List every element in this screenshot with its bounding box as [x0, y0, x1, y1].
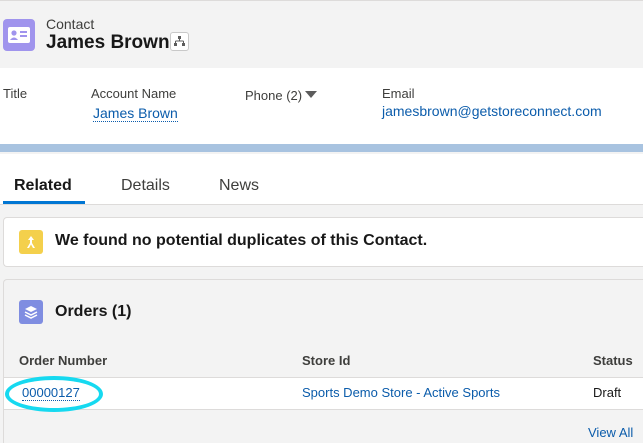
title-field-label: Title [3, 86, 28, 101]
orders-title[interactable]: Orders (1) [55, 303, 131, 321]
email-link[interactable]: jamesbrown@getstoreconnect.com [382, 103, 602, 119]
column-header-order-number: Order Number [19, 353, 108, 368]
layers-icon [19, 300, 43, 324]
tab-news[interactable]: News [219, 177, 259, 195]
tab-divider [0, 204, 643, 205]
tab-related[interactable]: Related [14, 177, 72, 195]
phone-field-label: Phone (2) [245, 88, 303, 103]
email-field-label: Email [382, 86, 415, 101]
account-name-link[interactable]: James Brown [93, 105, 178, 122]
order-number-link[interactable]: 00000127 [22, 385, 80, 401]
column-header-status: Status [593, 353, 633, 368]
record-header: Contact James Brown [0, 0, 643, 68]
hierarchy-button[interactable] [170, 32, 189, 51]
divider-band [0, 144, 643, 152]
record-name: James Brown [46, 32, 170, 53]
order-status: Draft [593, 385, 622, 400]
duplicates-message: We found no potential duplicates of this… [55, 232, 428, 249]
column-header-store-id: Store Id [302, 353, 351, 368]
contact-card-icon [3, 19, 35, 51]
account-field-label: Account Name [91, 86, 177, 101]
caret-down-icon[interactable] [305, 91, 317, 98]
merge-icon [19, 230, 43, 254]
account-name-value: James Brown [93, 105, 178, 122]
hierarchy-icon [174, 36, 185, 46]
order-number-value: 00000127 [22, 385, 80, 401]
store-id-link[interactable]: Sports Demo Store - Active Sports [302, 385, 500, 400]
object-type-label: Contact [46, 16, 95, 32]
tab-details[interactable]: Details [121, 177, 170, 195]
view-all-link[interactable]: View All [588, 425, 633, 440]
tab-bar [0, 154, 643, 204]
